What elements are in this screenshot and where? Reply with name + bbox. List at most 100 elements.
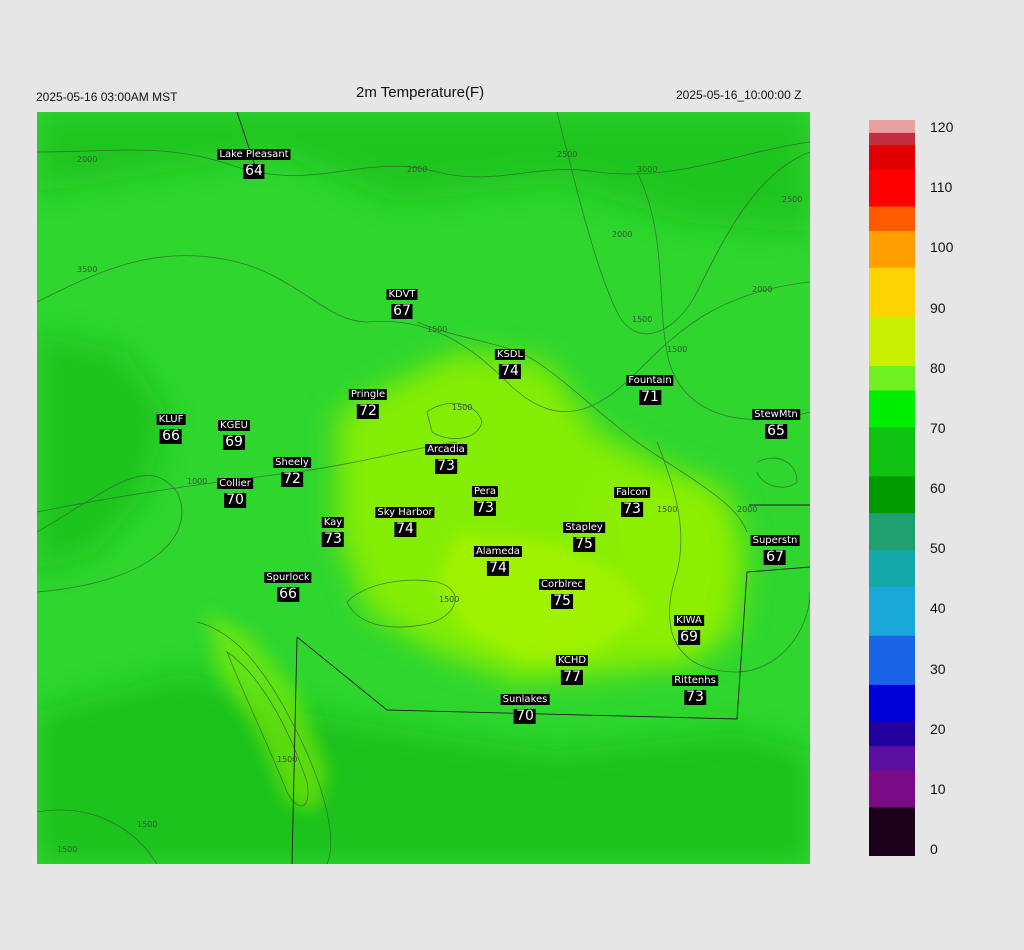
colorbar-tick-label: 40: [930, 600, 946, 617]
valid-time-utc: 2025-05-16_10:00:00 Z: [676, 88, 802, 102]
colorbar-tick-label: 80: [930, 359, 946, 376]
station-temperature: 66: [160, 428, 182, 444]
station-temperature: 75: [573, 536, 595, 552]
contour-label: 2500: [782, 195, 802, 204]
station-temperature: 73: [435, 458, 457, 474]
colorbar-band: [869, 169, 915, 182]
temperature-colorbar: [869, 120, 915, 857]
station-name: Sunlakes: [500, 694, 550, 705]
station-marker: Spurlock 66: [264, 567, 312, 602]
colorbar-band: [869, 205, 915, 219]
station-name: Collier: [217, 478, 253, 489]
colorbar-band: [869, 708, 915, 722]
station-temperature: 67: [764, 549, 786, 565]
station-name: Sheely: [273, 457, 311, 468]
colorbar-tick-label: 70: [930, 419, 946, 436]
colorbar-tick-label: 110: [930, 179, 953, 196]
contour-label: 1500: [452, 403, 472, 412]
colorbar-band: [869, 267, 915, 281]
colorbar-band: [869, 684, 915, 698]
station-marker: Rittenhs 73: [672, 670, 718, 705]
station-name: Arcadia: [425, 444, 467, 455]
colorbar-band: [869, 635, 915, 649]
colorbar-band: [869, 316, 915, 330]
station-temperature: 65: [765, 423, 787, 439]
contour-label: 2000: [77, 155, 97, 164]
station-temperature: 74: [394, 521, 416, 537]
station-temperature: 74: [487, 560, 509, 576]
station-name: Corblrec: [539, 579, 585, 590]
station-marker: Arcadia 73: [425, 439, 467, 474]
station-name: KIWA: [674, 615, 704, 626]
station-marker: Alameda 74: [473, 541, 523, 576]
station-name: StewMtn: [752, 409, 800, 420]
colorbar-band: [869, 843, 915, 857]
station-temperature: 69: [678, 629, 700, 645]
contour-label: 1500: [439, 595, 459, 604]
colorbar-band: [869, 610, 915, 624]
colorbar-band: [869, 794, 915, 808]
colorbar-band: [869, 672, 915, 685]
station-name: KLUF: [156, 414, 186, 425]
colorbar-tick-label: 10: [930, 780, 946, 797]
colorbar-band: [869, 659, 915, 673]
station-marker: Stapley 75: [563, 517, 605, 552]
colorbar-band: [869, 598, 915, 612]
station-marker: Falcon 73: [614, 482, 650, 517]
colorbar-band: [869, 181, 915, 195]
colorbar-tick-label: 50: [930, 540, 946, 557]
station-marker: StewMtn 65: [752, 404, 800, 439]
colorbar-band: [869, 230, 915, 244]
station-temperature: 64: [243, 163, 265, 179]
colorbar-tick-label: 90: [930, 299, 946, 316]
station-temperature: 66: [277, 586, 299, 602]
contour-label: 1500: [667, 345, 687, 354]
station-name: Rittenhs: [672, 675, 718, 686]
colorbar-tick-label: 30: [930, 660, 946, 677]
contour-label: 2000: [407, 165, 427, 174]
colorbar-band: [869, 475, 915, 489]
station-name: Superstn: [750, 535, 800, 546]
station-temperature: 73: [621, 501, 643, 517]
colorbar-band: [869, 451, 915, 465]
colorbar-band: [869, 757, 915, 771]
station-temperature: 71: [639, 389, 661, 405]
station-marker: Superstn 67: [750, 530, 800, 565]
station-temperature: 73: [684, 689, 706, 705]
station-marker: Sky Harbor 74: [375, 502, 435, 537]
colorbar-tick-label: 0: [930, 841, 938, 857]
colorbar-band: [869, 389, 915, 403]
station-name: Pringle: [348, 389, 388, 400]
station-marker: Fountain 71: [626, 370, 674, 405]
colorbar-band: [869, 488, 915, 501]
station-marker: KSDL 74: [494, 344, 526, 379]
station-marker: Pringle 72: [348, 384, 388, 419]
station-marker: KLUF 66: [156, 409, 186, 444]
colorbar-band: [869, 193, 915, 207]
station-temperature: 69: [223, 434, 245, 450]
station-name: Fountain: [626, 375, 674, 386]
colorbar-band: [869, 696, 915, 710]
contour-label: 1500: [657, 505, 677, 514]
colorbar-band: [869, 365, 915, 379]
colorbar-band: [869, 647, 915, 661]
colorbar-band: [869, 782, 915, 796]
colorbar-gradient: [869, 120, 915, 857]
contour-label: 1000: [187, 477, 207, 486]
colorbar-band: [869, 218, 915, 231]
station-marker: Collier 70: [217, 473, 253, 508]
station-name: Sky Harbor: [375, 507, 435, 518]
colorbar-band: [869, 500, 915, 514]
colorbar-band: [869, 426, 915, 440]
colorbar-band: [869, 291, 915, 305]
colorbar-band: [869, 463, 915, 477]
contour-label: 2000: [612, 230, 632, 239]
colorbar-tick-label: 20: [930, 720, 946, 737]
colorbar-band: [869, 733, 915, 747]
colorbar-band: [869, 353, 915, 366]
colorbar-band: [869, 586, 915, 599]
station-name: KDVT: [386, 289, 418, 300]
station-marker: Corblrec 75: [539, 574, 585, 609]
colorbar-band: [869, 438, 915, 452]
station-temperature: 72: [281, 471, 303, 487]
